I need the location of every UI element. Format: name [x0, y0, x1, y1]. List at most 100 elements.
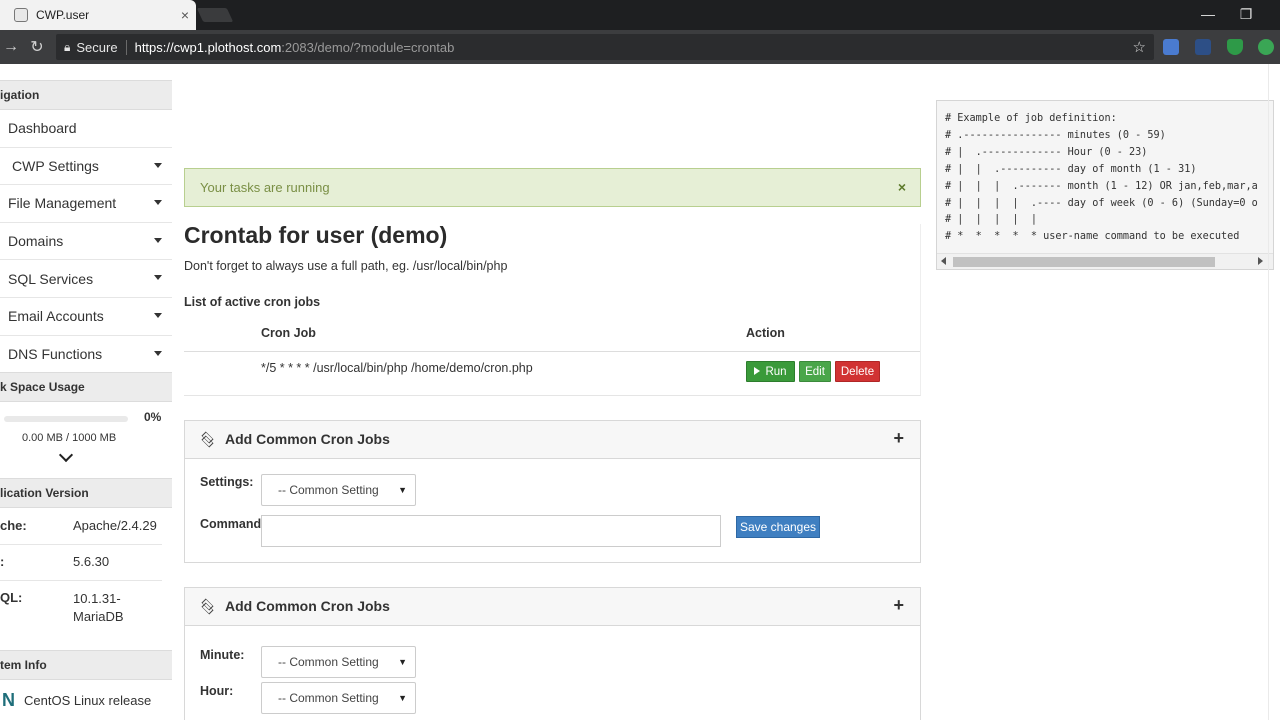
secure-label: Secure [76, 39, 127, 55]
save-changes-button[interactable]: Save changes [736, 516, 820, 538]
settings-label: Settings: [200, 475, 254, 489]
app-version-key: QL: [0, 590, 23, 605]
disk-usage-bar [4, 416, 128, 422]
scrollbar-thumb[interactable] [953, 257, 1215, 267]
system-info-text: CentOS Linux release [24, 693, 152, 708]
tab-title: CWP.user [36, 8, 90, 22]
divider [184, 351, 920, 352]
nav-list: Dashboard CWP Settings File Management D… [0, 110, 172, 374]
sidebar-item-label: DNS Functions [8, 345, 103, 362]
sidebar-item-file-management[interactable]: File Management [0, 185, 172, 223]
layers-icon [201, 431, 216, 448]
browser-toolbar: → ↻ 🔒︎ Secure https://cwp1.plothost.com:… [0, 30, 1280, 64]
new-tab-button[interactable] [196, 8, 234, 22]
sidebar-item-sql-services[interactable]: SQL Services [0, 260, 172, 298]
play-icon [754, 367, 761, 375]
sidebar-item-label: Domains [8, 233, 64, 250]
sidebar-item-label: File Management [8, 195, 117, 212]
chevron-down-icon[interactable] [58, 447, 74, 463]
disk-usage-percent: 0% [144, 410, 162, 424]
browser-tab-bar: CWP.user × — ❐ [0, 0, 1280, 30]
caret-down-icon [154, 275, 162, 281]
expand-plus-icon[interactable]: + [893, 428, 904, 449]
shield-extension-icon[interactable] [1227, 39, 1243, 55]
app-version-key: che: [0, 518, 27, 533]
address-bar[interactable]: 🔒︎ Secure https://cwp1.plothost.com:2083… [56, 34, 1154, 60]
success-alert: Your tasks are running × [184, 168, 921, 207]
minute-select-value: -- Common Setting [278, 655, 379, 669]
settings-select-value: -- Common Setting [278, 483, 379, 497]
settings-select[interactable]: -- Common Setting ▼ [261, 474, 416, 506]
table-row: */5 * * * * /usr/local/bin/php /home/dem… [261, 361, 533, 375]
hour-select[interactable]: -- Common Setting ▼ [261, 682, 416, 714]
page-title: Crontab for user (demo) [184, 222, 448, 248]
extension-icon[interactable] [1195, 39, 1211, 55]
box-title: Add Common Cron Jobs [225, 431, 390, 447]
cron-list-title: List of active cron jobs [184, 295, 321, 309]
scroll-left-icon[interactable] [941, 257, 946, 265]
run-button[interactable]: Run [746, 361, 795, 382]
app-version-value: 5.6.30 [73, 554, 110, 569]
cron-example-text: # Example of job definition: # .--------… [945, 113, 1258, 243]
cron-example-panel: # Example of job definition: # .--------… [936, 100, 1274, 270]
page-scrollbar-track[interactable] [1268, 64, 1269, 720]
system-info-header: tem Info [0, 650, 172, 680]
hour-select-value: -- Common Setting [278, 691, 379, 705]
caret-down-icon [154, 162, 162, 168]
tab-close-icon[interactable]: × [174, 7, 196, 23]
sidebar: igation Dashboard CWP Settings File Mana… [0, 80, 172, 720]
cwp-favicon-icon [14, 8, 28, 22]
sidebar-item-label: CWP Settings [12, 157, 99, 174]
navigation-header: igation [0, 80, 172, 110]
minute-select[interactable]: -- Common Setting ▼ [261, 646, 416, 678]
scroll-right-icon[interactable] [1258, 257, 1263, 265]
sidebar-item-label: Dashboard [8, 120, 77, 137]
box-title: Add Common Cron Jobs [225, 598, 390, 614]
app-version-value: 10.1.31-MariaDB [73, 591, 124, 624]
sidebar-item-email-accounts[interactable]: Email Accounts [0, 298, 172, 336]
horizontal-scrollbar[interactable] [937, 253, 1273, 269]
edit-button[interactable]: Edit [799, 361, 831, 382]
minute-label: Minute: [200, 648, 245, 662]
sidebar-item-label: SQL Services [8, 270, 94, 287]
grammarly-extension-icon[interactable] [1258, 39, 1274, 55]
column-header-cron-job: Cron Job [261, 326, 316, 340]
divider [0, 544, 162, 545]
common-cron-jobs-box: Add Common Cron Jobs + Minute: -- Common… [184, 587, 921, 720]
expand-plus-icon[interactable]: + [893, 595, 904, 616]
path-hint: Don't forget to always use a full path, … [184, 259, 508, 273]
reload-icon[interactable]: ↻ [26, 37, 48, 57]
caret-down-icon [154, 350, 162, 356]
box-header[interactable]: Add Common Cron Jobs + [185, 421, 920, 459]
sidebar-item-label: Email Accounts [8, 308, 104, 325]
alert-close-icon[interactable]: × [898, 169, 906, 206]
alert-message: Your tasks are running [200, 180, 330, 195]
disk-usage-text: 0.00 MB / 1000 MB [22, 432, 117, 444]
command-input[interactable] [261, 515, 721, 547]
sidebar-item-dashboard[interactable]: Dashboard [0, 110, 172, 148]
browser-tab[interactable]: CWP.user × [0, 0, 196, 30]
back-arrow-icon[interactable]: → [0, 38, 22, 56]
caret-down-icon: ▼ [398, 657, 407, 667]
layers-icon [201, 598, 216, 615]
caret-down-icon: ▼ [398, 693, 407, 703]
column-header-action: Action [746, 326, 785, 340]
disk-usage-header: k Space Usage [0, 372, 172, 402]
centos-logo-icon: N [2, 690, 15, 710]
caret-down-icon [154, 200, 162, 206]
caret-down-icon [154, 312, 162, 318]
caret-down-icon: ▼ [398, 485, 407, 495]
url-path: :2083/demo/?module=crontab [281, 39, 455, 55]
sidebar-item-dns-functions[interactable]: DNS Functions [0, 336, 172, 374]
lock-icon: 🔒︎ [64, 39, 71, 54]
url-host: https://cwp1.plothost.com [134, 39, 282, 55]
box-header[interactable]: Add Common Cron Jobs + [185, 588, 920, 626]
restore-icon[interactable]: ❐ [1224, 0, 1268, 30]
common-cron-jobs-box: Add Common Cron Jobs + Settings: -- Comm… [184, 420, 921, 563]
bookmark-star-icon[interactable]: ☆ [1133, 38, 1146, 56]
delete-button[interactable]: Delete [835, 361, 880, 382]
translate-extension-icon[interactable] [1163, 39, 1179, 55]
sidebar-item-domains[interactable]: Domains [0, 223, 172, 261]
sidebar-item-cwp-settings[interactable]: CWP Settings [0, 148, 172, 186]
app-version-key: : [0, 554, 5, 569]
